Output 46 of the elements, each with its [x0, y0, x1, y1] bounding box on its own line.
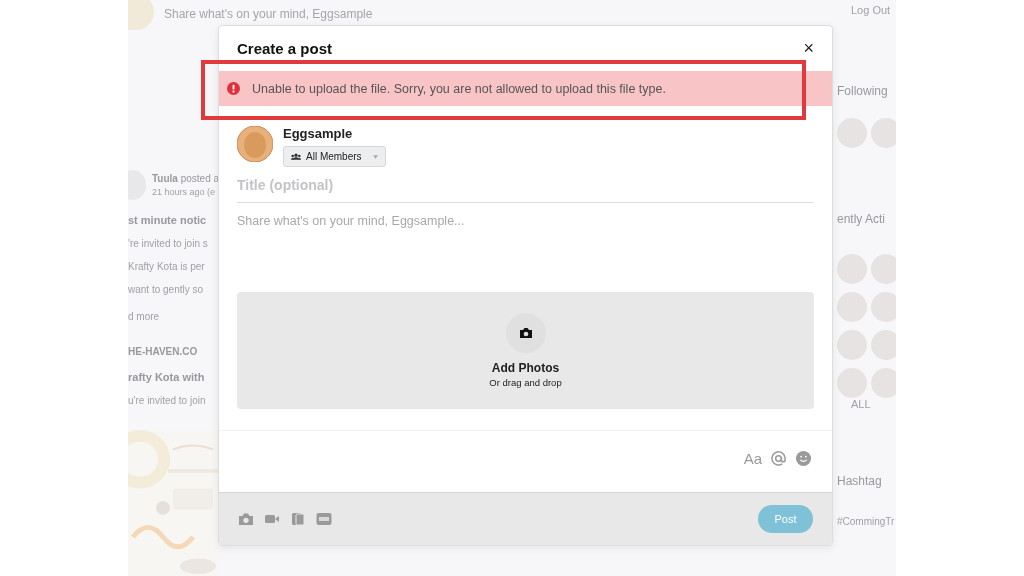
see-all-link[interactable]: ALL — [851, 398, 871, 410]
error-message: Unable to upload the file. Sorry, you are not allowed to upload this file type. — [252, 81, 666, 96]
read-more-link[interactable]: d more — [128, 311, 218, 322]
avatar[interactable] — [871, 292, 896, 322]
avatar — [128, 0, 154, 30]
log-out-link[interactable]: Log Out — [851, 4, 891, 16]
post-text: Krafty Kota is per — [128, 261, 206, 272]
dialog-title: Create a post — [237, 39, 333, 57]
post-text: 're invited to join s — [128, 238, 209, 249]
video-icon[interactable] — [264, 512, 280, 526]
audience-dropdown[interactable]: All Members — [283, 146, 386, 167]
post-time: 21 hours ago (e — [152, 187, 217, 197]
post-prompt: Share what's on your mind, Eggsample — [164, 7, 373, 21]
mention-icon[interactable] — [770, 449, 787, 467]
avatar[interactable] — [837, 368, 867, 398]
avatar[interactable] — [871, 330, 896, 360]
text-format-button[interactable]: Aa — [743, 449, 762, 467]
camera-icon — [505, 313, 546, 353]
document-icon[interactable] — [290, 512, 306, 526]
photo-upload-area[interactable]: Add Photos Or drag and drop — [237, 292, 814, 409]
avatar[interactable] — [871, 118, 896, 148]
avatar[interactable] — [871, 368, 896, 398]
post-text: u're invited to join — [128, 395, 207, 406]
post-heading: rafty Kota with — [128, 371, 206, 383]
avatar[interactable] — [837, 330, 867, 360]
group-icon — [291, 153, 301, 160]
upload-hint: Or drag and drop — [489, 377, 562, 388]
avatar[interactable] — [837, 254, 867, 284]
avatar[interactable] — [837, 118, 867, 148]
post-heading: st minute notic — [128, 214, 208, 226]
section-title: Following — [837, 84, 888, 98]
close-button[interactable]: × — [803, 39, 814, 57]
camera-icon[interactable] — [238, 512, 254, 526]
section-title: ently Acti — [837, 212, 886, 226]
post-text: want to gently so — [128, 284, 205, 295]
avatar — [237, 126, 273, 162]
error-icon — [227, 82, 240, 95]
caret-icon — [372, 154, 378, 159]
author-name: Eggsample — [283, 126, 354, 141]
post-source: HE-HAVEN.CO — [128, 346, 199, 357]
upload-label: Add Photos — [491, 361, 560, 375]
avatar[interactable] — [837, 292, 867, 322]
section-title: Hashtag — [837, 474, 882, 488]
hashtag-link[interactable]: #CommingTr — [837, 516, 895, 527]
emoji-icon[interactable] — [795, 449, 812, 467]
avatar[interactable] — [871, 254, 896, 284]
